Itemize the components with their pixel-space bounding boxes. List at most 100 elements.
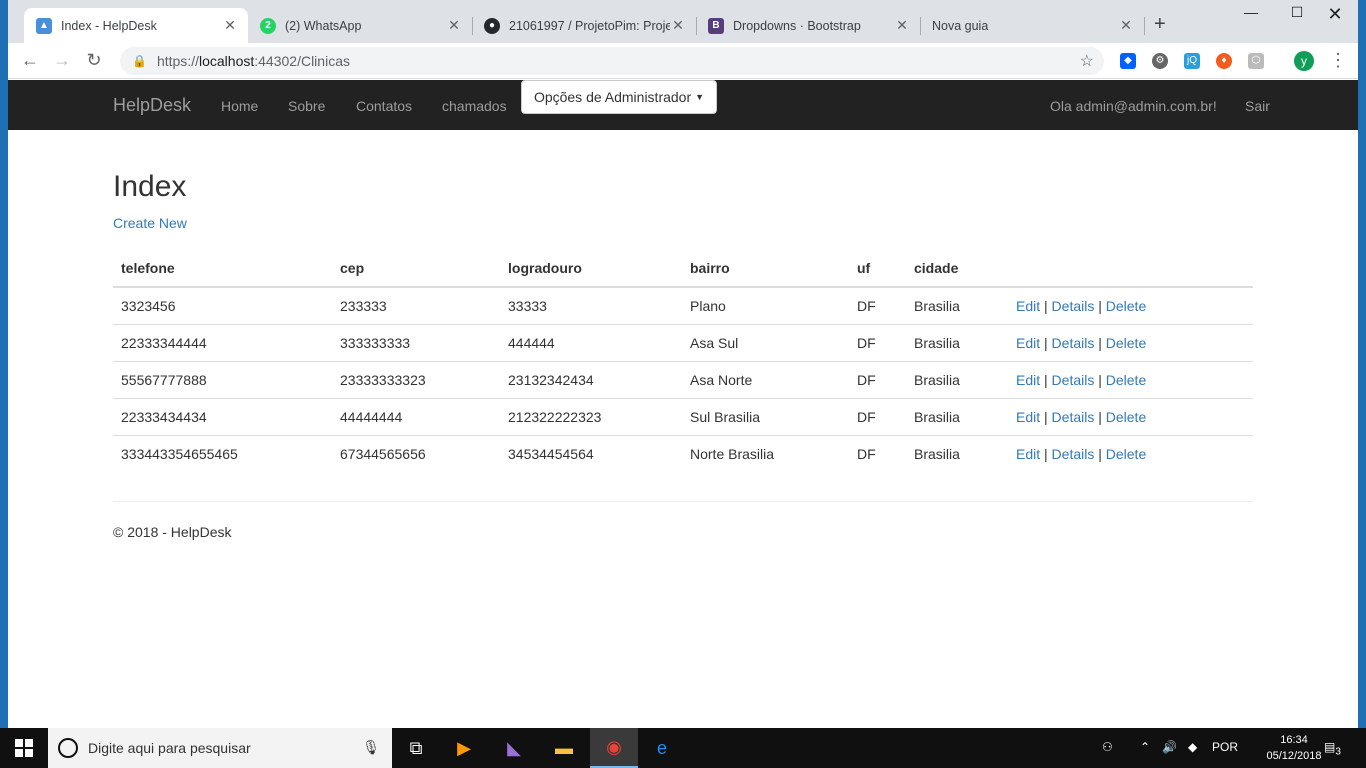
microphone-icon[interactable]: 🎙	[362, 739, 380, 756]
brand-link[interactable]: HelpDesk	[113, 95, 191, 116]
fire-extension-icon[interactable]: ♦	[1216, 53, 1232, 69]
task-view-icon[interactable]: ⧉	[392, 728, 440, 768]
visual-studio-icon[interactable]: ◣	[490, 728, 538, 768]
delete-link[interactable]: Delete	[1106, 409, 1146, 425]
close-icon[interactable]: ✕	[222, 17, 238, 34]
nav-sobre[interactable]: Sobre	[288, 98, 325, 114]
cell-logradouro: 33333	[508, 298, 547, 314]
new-tab-icon[interactable]: +	[1154, 13, 1166, 36]
edit-link[interactable]: Edit	[1016, 335, 1040, 351]
table-row: 333443354655465 67344565656 34534454564 Nor…	[113, 435, 1253, 472]
menu-dots-icon[interactable]: ⋮	[1326, 50, 1350, 71]
dropbox-tray-icon[interactable]: ◆	[1188, 740, 1197, 754]
cell-logradouro: 444444	[500, 324, 682, 362]
tab-github[interactable]: ● 21061997 / ProjetoPim: Projet ✕	[472, 8, 696, 43]
details-link[interactable]: Details	[1052, 409, 1095, 425]
table-row: 3323456 233333 33333 Plano DF Brasilia Edit | …	[113, 287, 1253, 325]
notification-count: 3	[1335, 746, 1341, 758]
cell-cep: 233333	[340, 298, 387, 314]
table-row: 22333434434 44444444 212322222323 Sul Brasi…	[113, 398, 1253, 436]
footer-text: © 2018 - HelpDesk	[113, 524, 232, 540]
footer-divider	[113, 501, 1253, 502]
file-explorer-icon[interactable]: ▬	[540, 728, 588, 768]
nav-home[interactable]: Home	[221, 98, 258, 114]
chevron-up-icon[interactable]: ⌃	[1140, 740, 1150, 754]
details-link[interactable]: Details	[1052, 335, 1095, 351]
edit-link[interactable]: Edit	[1016, 446, 1040, 462]
system-clock[interactable]: 16:34 05/12/2018	[1262, 732, 1326, 764]
action-separator: |	[1098, 446, 1102, 462]
cell-uf: DF	[849, 324, 906, 362]
table-header-row: telefone cep logradouro bairro uf cidade	[113, 250, 1253, 288]
lock-icon: 🔒	[132, 54, 147, 68]
tab-whatsapp[interactable]: 2 (2) WhatsApp ✕	[248, 8, 472, 43]
tab-index-helpdesk[interactable]: ▲ Index - HelpDesk ✕	[24, 8, 248, 43]
cell-telefone: 55567777888	[113, 361, 332, 399]
shield-extension-icon[interactable]: ⬡	[1248, 53, 1264, 69]
profile-avatar[interactable]: y	[1294, 51, 1314, 71]
action-separator: |	[1098, 372, 1102, 388]
dropbox-extension-icon[interactable]: ◆	[1120, 53, 1136, 69]
logout-link[interactable]: Sair	[1245, 98, 1270, 114]
table-row: 22333344444 333333333 444444 Asa Sul DF Brasi…	[113, 324, 1253, 362]
chrome-taskbar-icon[interactable]: ◉	[590, 728, 638, 768]
browser-window: ▲ Index - HelpDesk ✕ 2 (2) WhatsApp ✕ ● …	[0, 0, 1366, 728]
address-bar[interactable]: 🔒 https://localhost:44302/Clinicas ☆	[120, 47, 1104, 75]
edit-link[interactable]: Edit	[1016, 298, 1040, 314]
bookmark-star-icon[interactable]: ☆	[1080, 51, 1094, 71]
taskbar-search-box[interactable]: Digite aqui para pesquisar 🎙	[48, 728, 392, 768]
details-link[interactable]: Details	[1052, 446, 1095, 462]
cell-cep: 23333333323	[332, 361, 500, 399]
edit-link[interactable]: Edit	[1016, 372, 1040, 388]
action-separator: |	[1044, 298, 1048, 314]
user-greeting-link[interactable]: Ola admin@admin.com.br!	[1050, 98, 1217, 114]
close-icon[interactable]: ✕	[446, 17, 462, 34]
back-icon[interactable]: ←	[18, 50, 42, 71]
internet-explorer-icon[interactable]: e	[638, 728, 686, 768]
github-icon: ●	[484, 17, 500, 34]
cell-actions: Edit | Details | Delete	[1008, 398, 1253, 436]
delete-link[interactable]: Delete	[1106, 372, 1146, 388]
window-close-icon[interactable]: ✕	[1312, 4, 1358, 25]
cell-uf: DF	[849, 398, 906, 436]
table-row: 55567777888 23333333323 23132342434 Asa Nor…	[113, 361, 1253, 399]
cell-cidade: Brasilia	[906, 361, 1008, 399]
main-content: Index Create New telefone cep logradouro…	[113, 130, 1253, 540]
details-link[interactable]: Details	[1052, 298, 1095, 314]
volume-icon[interactable]: 🔊	[1162, 740, 1177, 754]
close-icon[interactable]: ✕	[894, 17, 910, 34]
delete-link[interactable]: Delete	[1106, 335, 1146, 351]
cell-uf: DF	[849, 361, 906, 399]
notification-center-icon[interactable]: ▤3	[1324, 740, 1341, 757]
edit-link[interactable]: Edit	[1016, 409, 1040, 425]
delete-link[interactable]: Delete	[1106, 298, 1146, 314]
nav-chamados[interactable]: chamados	[442, 98, 507, 114]
web-page: HelpDesk Home Sobre Contatos chamados Op…	[8, 80, 1358, 728]
tab-bootstrap[interactable]: B Dropdowns · Bootstrap ✕	[696, 8, 920, 43]
details-link[interactable]: Details	[1052, 372, 1095, 388]
cell-bairro: Asa Norte	[682, 361, 849, 399]
people-icon[interactable]: ⚇	[1102, 740, 1113, 754]
admin-options-dropdown[interactable]: Opções de Administrador ▼	[521, 80, 717, 114]
nav-contatos[interactable]: Contatos	[356, 98, 412, 114]
tab-nova-guia[interactable]: Nova guia ✕	[920, 8, 1144, 43]
cell-logradouro: 23132342434	[500, 361, 682, 399]
create-new-link[interactable]: Create New	[113, 215, 1253, 231]
browser-toolbar: ← → ↻ 🔒 https://localhost:44302/Clinicas…	[8, 43, 1358, 79]
column-header: cidade	[906, 250, 1008, 288]
windows-start-button[interactable]	[0, 728, 48, 768]
language-indicator[interactable]: POR	[1212, 740, 1238, 754]
settings-extension-icon[interactable]: ⚙	[1152, 53, 1168, 69]
caret-down-icon: ▼	[695, 92, 705, 102]
close-icon[interactable]: ✕	[670, 17, 686, 34]
close-icon[interactable]: ✕	[1118, 17, 1134, 34]
forward-icon[interactable]: →	[50, 50, 74, 71]
reload-icon[interactable]: ↻	[82, 50, 106, 71]
cell-cidade: Brasilia	[906, 435, 1008, 472]
media-player-icon[interactable]: ▶	[440, 728, 488, 768]
cell-cidade: Brasilia	[906, 398, 1008, 436]
tab-label: Nova guia	[932, 18, 989, 33]
delete-link[interactable]: Delete	[1106, 446, 1146, 462]
minimize-icon[interactable]: —	[1228, 4, 1274, 20]
jq-extension-icon[interactable]: jQ	[1184, 53, 1200, 69]
